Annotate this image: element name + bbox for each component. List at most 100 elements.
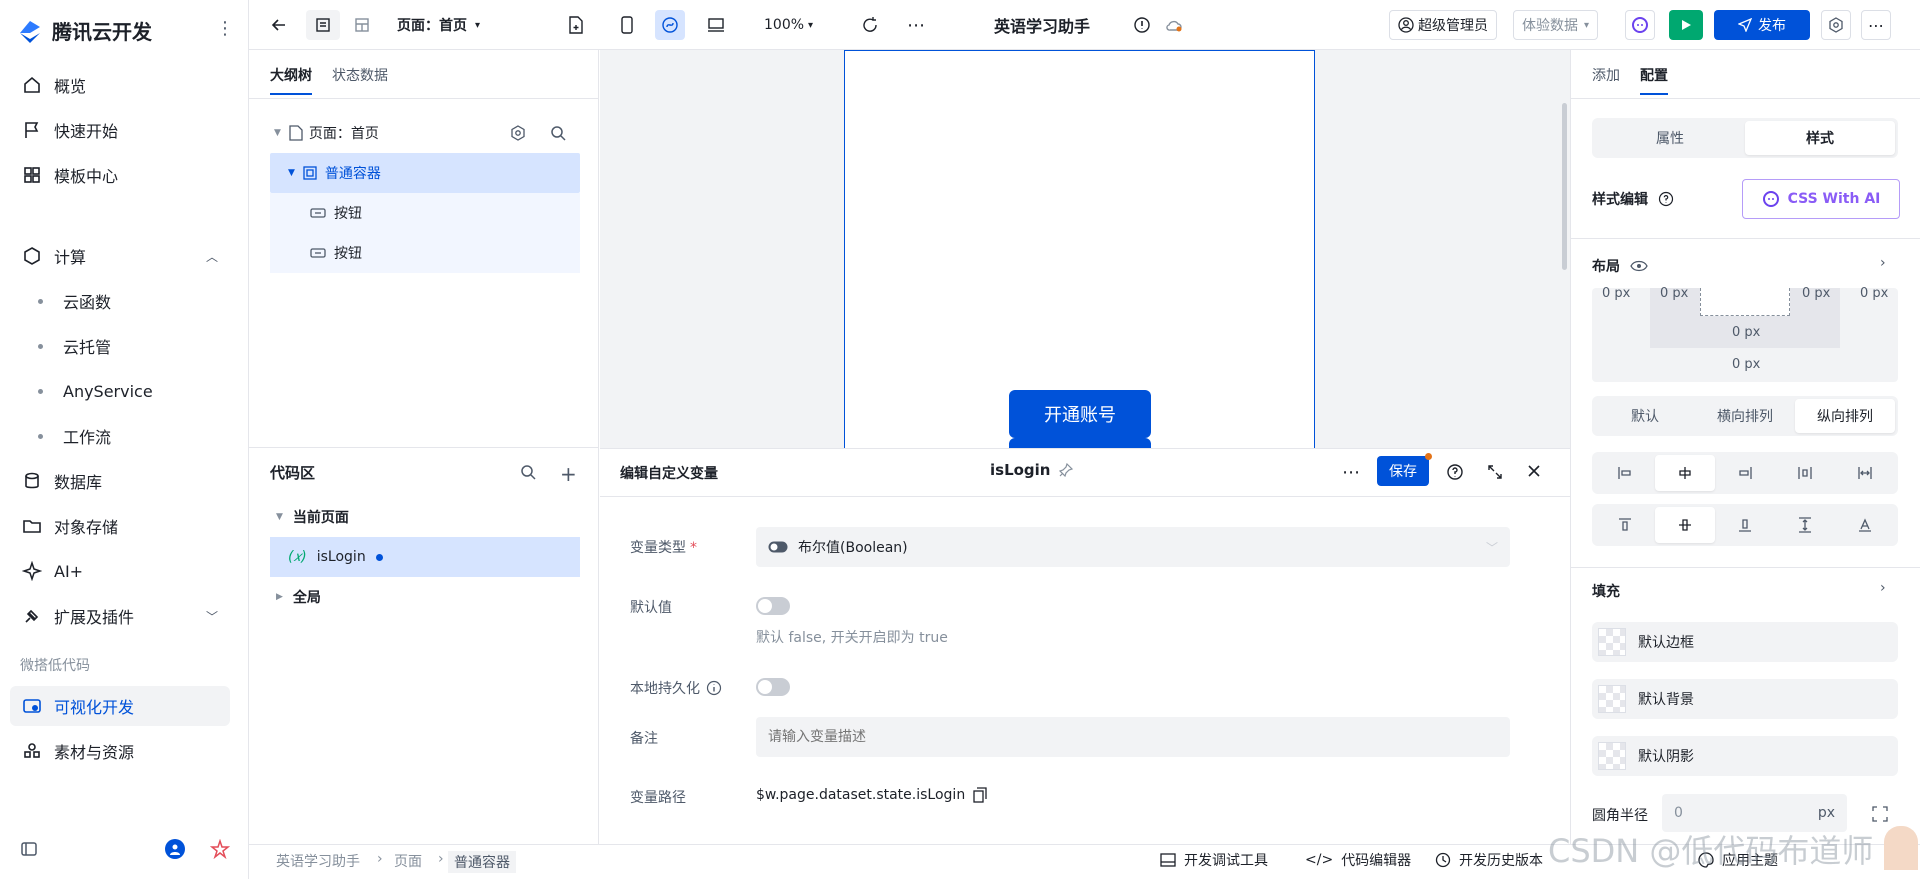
zoom-select[interactable]: 100% ▾ [764, 10, 813, 40]
padding-right-value[interactable]: 0 px [1802, 286, 1830, 301]
seg-direction-default[interactable]: 默认 [1595, 399, 1695, 433]
data-mode-select[interactable]: 体验数据 ▾ [1513, 10, 1599, 40]
sidebar-item-quickstart[interactable]: 快速开始 [10, 110, 230, 150]
sidebar-item-database[interactable]: 数据库 [10, 461, 230, 501]
sidebar-item-visual-dev[interactable]: 可视化开发 [10, 686, 230, 726]
breadcrumb-item-current[interactable]: 普通容器 [448, 851, 516, 873]
margin-left-value[interactable]: 0 px [1602, 286, 1630, 301]
breadcrumb-item[interactable]: 英语学习助手 [276, 851, 360, 871]
type-select[interactable]: 布尔值(Boolean) ﹀ [756, 527, 1510, 567]
seg-direction-column[interactable]: 纵向排列 [1795, 399, 1895, 433]
persist-toggle[interactable] [756, 678, 790, 696]
margin-right-value[interactable]: 0 px [1860, 286, 1888, 301]
tree-node-button[interactable]: 按钮 [270, 193, 580, 233]
more-vertical-icon[interactable]: ⋮ [216, 18, 234, 39]
refresh-icon[interactable] [855, 10, 885, 40]
align-left-icon[interactable] [1595, 455, 1655, 491]
tree-node-button[interactable]: 按钮 [270, 233, 580, 273]
user-avatar-icon[interactable] [165, 839, 185, 859]
background-style-row[interactable]: 默认背景 [1592, 679, 1898, 719]
close-icon[interactable] [1526, 463, 1542, 479]
sidebar-item-extensions[interactable]: 扩展及插件 ﹀ [10, 596, 230, 636]
run-play-icon[interactable] [1669, 10, 1703, 40]
back-arrow-icon[interactable] [267, 10, 291, 40]
sidebar-item-assets[interactable]: 素材与资源 [10, 731, 230, 771]
add-plus-icon[interactable]: + [560, 462, 577, 486]
cloud-sync-icon[interactable] [1163, 10, 1185, 40]
publish-button[interactable]: 发布 [1714, 10, 1810, 40]
align-right-icon[interactable] [1715, 455, 1775, 491]
baseline-icon[interactable] [1835, 507, 1895, 543]
code-node-current-page[interactable]: ▼ 当前页面 [270, 497, 580, 537]
more-horizontal-icon[interactable]: ⋯ [1861, 10, 1891, 40]
sidebar-item-templates[interactable]: 模板中心 [10, 155, 230, 195]
debug-tools-button[interactable]: 开发调试工具 [1160, 850, 1268, 870]
chevron-right-icon[interactable]: › [1880, 580, 1886, 596]
align-bottom-icon[interactable] [1715, 507, 1775, 543]
ai-assistant-icon[interactable] [1625, 10, 1655, 40]
chevron-right-icon[interactable]: › [1880, 255, 1886, 271]
miniprogram-device-icon[interactable] [655, 10, 685, 40]
page-select[interactable]: 页面：首页 ▾ [397, 10, 480, 40]
help-circle-icon[interactable] [1446, 463, 1464, 481]
search-icon[interactable] [520, 464, 536, 480]
pin-icon[interactable] [1058, 463, 1073, 477]
tree-node-container[interactable]: ▼ 普通容器 [270, 153, 580, 193]
note-input[interactable] [756, 717, 1510, 757]
desktop-device-icon[interactable] [701, 10, 731, 40]
default-value-toggle[interactable] [756, 597, 790, 615]
admin-button[interactable]: 超级管理员 [1389, 10, 1497, 40]
sidebar-item-workflow[interactable]: 工作流 [10, 416, 230, 456]
colorful-star-icon[interactable] [210, 839, 230, 859]
sidebar-item-functions[interactable]: 云函数 [10, 281, 230, 321]
space-between-icon[interactable] [1775, 455, 1835, 491]
tab-state-data[interactable]: 状态数据 [332, 55, 388, 95]
seg-attributes[interactable]: 属性 [1595, 121, 1745, 155]
more-horizontal-icon[interactable]: ⋯ [1342, 462, 1360, 483]
align-middle-icon[interactable] [1655, 507, 1715, 543]
margin-bottom-value[interactable]: 0 px [1732, 357, 1760, 372]
css-with-ai-button[interactable]: CSS With AI [1742, 179, 1900, 219]
collapse-sidebar-icon[interactable] [20, 840, 38, 858]
shadow-style-row[interactable]: 默认阴影 [1592, 736, 1898, 776]
padding-left-value[interactable]: 0 px [1660, 286, 1688, 301]
tab-outline-tree[interactable]: 大纲树 [270, 55, 312, 95]
canvas-second-button[interactable] [1009, 438, 1151, 448]
mascot-avatar-icon[interactable] [1884, 826, 1918, 870]
sidebar-item-overview[interactable]: 概览 [10, 65, 230, 105]
tree-node-page[interactable]: ▼ 页面：首页 [270, 113, 580, 153]
padding-bottom-value[interactable]: 0 px [1732, 325, 1760, 340]
seg-style[interactable]: 样式 [1745, 121, 1895, 155]
layout-section[interactable]: 布局 [1592, 256, 1648, 276]
sidebar-item-cloudrun[interactable]: 云托管 [10, 326, 230, 366]
sidebar-item-storage[interactable]: 对象存储 [10, 506, 230, 546]
history-button[interactable]: 开发历史版本 [1435, 850, 1543, 870]
canvas-scrollbar[interactable] [1562, 103, 1567, 270]
more-horizontal-icon[interactable]: ⋯ [901, 10, 931, 40]
new-page-icon[interactable] [561, 10, 591, 40]
breadcrumb-item[interactable]: 页面 [394, 851, 422, 871]
code-editor-button[interactable]: </> 代码编辑器 [1305, 850, 1411, 870]
layout-view-icon[interactable] [345, 10, 379, 40]
sidebar-item-anyservice[interactable]: AnyService [10, 371, 230, 411]
help-circle-icon[interactable] [1658, 191, 1674, 207]
search-icon[interactable] [550, 125, 566, 141]
tab-config[interactable]: 配置 [1640, 55, 1668, 95]
border-style-row[interactable]: 默认边框 [1592, 622, 1898, 662]
canvas-page[interactable] [844, 50, 1315, 448]
align-center-icon[interactable] [1655, 455, 1715, 491]
info-icon[interactable] [706, 680, 722, 696]
settings-gear-icon[interactable] [1821, 10, 1851, 40]
mobile-device-icon[interactable] [612, 10, 642, 40]
code-node-global[interactable]: ▶ 全局 [270, 577, 580, 617]
seg-direction-row[interactable]: 横向排列 [1695, 399, 1795, 433]
sidebar-item-ai[interactable]: AI+ [10, 551, 230, 591]
canvas-open-account-button[interactable]: 开通账号 [1009, 390, 1151, 438]
page-settings-icon[interactable] [510, 125, 526, 141]
align-top-icon[interactable] [1595, 507, 1655, 543]
eye-icon[interactable] [1630, 260, 1648, 272]
expand-icon[interactable] [1486, 463, 1504, 481]
copy-icon[interactable] [973, 787, 987, 803]
sidebar-item-compute[interactable]: 计算 ︿ [10, 236, 230, 276]
info-icon[interactable] [1131, 10, 1153, 40]
